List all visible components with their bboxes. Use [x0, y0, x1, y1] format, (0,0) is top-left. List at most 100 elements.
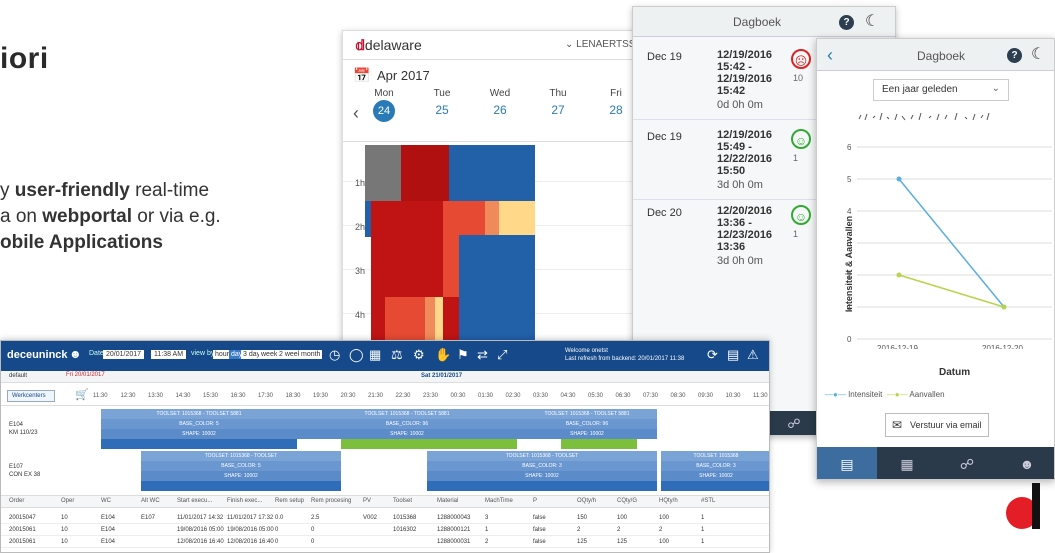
date-number[interactable]: 25: [422, 103, 462, 117]
table-cell: E104: [101, 539, 116, 545]
table-cell: 1016302: [393, 527, 417, 533]
calendar-icon[interactable]: 📅: [353, 67, 370, 84]
month-label: Apr 2017: [377, 68, 430, 83]
table-cell: 20015061: [9, 527, 36, 533]
selected-date[interactable]: 24: [373, 100, 395, 122]
back-icon[interactable]: ‹: [827, 45, 833, 66]
schedule-block: [365, 145, 401, 201]
table-cell: 2: [659, 527, 663, 533]
column-header[interactable]: Order: [9, 498, 24, 504]
table-cell: 0: [311, 527, 315, 533]
moon-icon[interactable]: ☾: [865, 11, 879, 31]
chevron-left-icon[interactable]: ‹: [353, 103, 359, 124]
slide-title: iori: [0, 42, 49, 75]
delaware-logo: 𝕕delaware: [355, 37, 422, 53]
day-label: Mon: [374, 88, 394, 99]
seizure-timeline: [858, 112, 990, 121]
delaware-brand-logo: [1006, 483, 1040, 529]
tab-share-icon[interactable]: ☍: [937, 447, 997, 479]
legend-marker: —●—: [886, 390, 908, 399]
column-header[interactable]: Alt WC: [141, 498, 160, 504]
table-cell: 12/08/2016 16:40: [227, 539, 274, 545]
help-icon[interactable]: ?: [839, 15, 854, 30]
body-bold: user-friendly: [14, 180, 130, 201]
hour-label: 2h: [355, 222, 366, 232]
tab-profile-icon[interactable]: ☻: [997, 447, 1054, 479]
table-cell: 1288000121: [437, 527, 471, 533]
column-header[interactable]: OQty/h: [577, 498, 596, 504]
table-cell: 19/08/2016 05:00: [227, 527, 274, 533]
entry-range: 12/19/2016 15:49 -12/22/2016 15:50: [717, 129, 773, 177]
body-bold: obile Applications: [0, 232, 163, 253]
column-header[interactable]: #STL: [701, 498, 715, 504]
date-number[interactable]: 26: [480, 103, 520, 117]
column-header[interactable]: Oper: [61, 498, 74, 504]
column-header[interactable]: P: [533, 498, 537, 504]
legend-marker: —●—: [825, 390, 846, 399]
moon-icon[interactable]: ☾: [1031, 44, 1045, 64]
tab-add-icon[interactable]: ▦: [877, 447, 937, 479]
y-tick-label: 1: [847, 303, 852, 312]
series-line-aanvallen: [898, 274, 1005, 308]
column-header[interactable]: Start execu...: [177, 498, 212, 504]
column-header[interactable]: Toolset: [393, 498, 412, 504]
table-cell: 3: [485, 515, 489, 521]
delaware-calendar-app: 𝕕delaware ⌄ LENAERTSS 📅 Apr 2017 ‹ Mon T…: [342, 30, 644, 360]
help-icon[interactable]: ?: [1007, 48, 1022, 63]
entry-duration: 3d 0h 0m: [717, 179, 763, 191]
column-header[interactable]: HQty/h: [659, 498, 678, 504]
table-row[interactable]: 20015061 10 E104 19/08/2016 05:00 19/08/2016…: [1, 525, 769, 536]
happy-face-icon: ☺: [791, 205, 811, 225]
body-text: y: [0, 180, 15, 201]
table-cell: false: [533, 527, 546, 533]
slide-body: y user-friendly real-time a on webportal…: [0, 178, 330, 256]
data-point[interactable]: [896, 272, 902, 278]
schedule-block: [371, 235, 443, 297]
schedule-block: [485, 201, 499, 235]
line-chart: 0 1 2 3 4 5 6 2016-12-19 2016-12-20: [847, 143, 1052, 349]
share-icon[interactable]: ☍: [769, 411, 819, 435]
schedule-block: [499, 201, 535, 235]
column-header[interactable]: Finish exec...: [227, 498, 262, 504]
column-header[interactable]: MachTime: [485, 498, 513, 504]
table-row[interactable]: 20015047 10 E104 E107 11/01/2017 14:32 11/01/…: [1, 513, 769, 524]
table-cell: 10: [61, 527, 68, 533]
column-header[interactable]: PV: [363, 498, 371, 504]
chart-legend: —●— Intensiteit —●— Aanvallen: [825, 390, 945, 399]
table-cell: 11/01/2017 17:32: [227, 515, 274, 521]
send-email-button[interactable]: ✉ Verstuur via email: [885, 413, 989, 437]
tab-diary-icon[interactable]: ▤: [817, 447, 877, 479]
data-point[interactable]: [896, 176, 902, 182]
table-cell: 100: [659, 539, 670, 545]
user-menu[interactable]: ⌄ LENAERTSS: [565, 39, 635, 50]
column-header[interactable]: CQty/G: [617, 498, 637, 504]
column-header[interactable]: WC: [101, 498, 111, 504]
table-cell: V002: [363, 515, 378, 521]
data-point[interactable]: [1001, 304, 1007, 310]
column-header[interactable]: Rem procesing: [311, 498, 351, 504]
date-number[interactable]: 27: [538, 103, 578, 117]
happy-face-icon: ☺: [791, 129, 811, 149]
table-row[interactable]: 20015061 10 E104 12/08/2016 16:40 12/08/2016…: [1, 537, 769, 548]
period-select[interactable]: Een jaar geleden ⌄: [873, 79, 1009, 101]
table-cell: 2: [577, 527, 581, 533]
entry-range: 12/19/2016 15:42 -12/19/2016 15:42: [717, 49, 773, 97]
y-tick-label: 5: [847, 175, 852, 184]
entry-count: 10: [793, 73, 804, 83]
divider: [343, 59, 643, 60]
entry-date: Dec 19: [647, 51, 682, 63]
body-text: or via e.g.: [132, 206, 221, 227]
y-tick-label: 0: [847, 335, 852, 344]
chevron-down-icon: ⌄: [565, 39, 577, 50]
body-text: a on: [0, 206, 43, 227]
table-cell: 19/08/2016 05:00: [177, 527, 224, 533]
table-cell: E107: [141, 515, 156, 521]
column-header[interactable]: Rem setup: [275, 498, 304, 504]
body-text: real-time: [129, 180, 210, 201]
table-cell: 100: [617, 515, 628, 521]
column-header[interactable]: Material: [437, 498, 458, 504]
table-cell: 1288000043: [437, 515, 471, 521]
table-cell: 1288000031: [437, 539, 471, 545]
dagboek-chart-screen: ‹ Dagboek ? ☾ Een jaar geleden ⌄ Intensit…: [816, 38, 1055, 480]
date-number[interactable]: 28: [596, 103, 636, 117]
